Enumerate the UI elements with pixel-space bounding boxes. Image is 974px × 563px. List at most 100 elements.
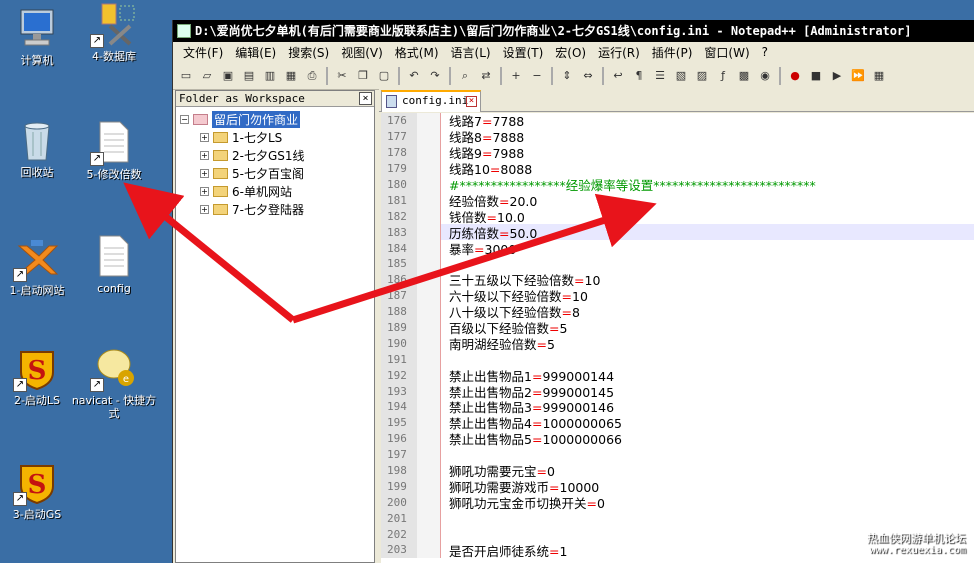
close-all-icon[interactable]: ▦ xyxy=(282,67,300,85)
redo-icon[interactable]: ↷ xyxy=(426,67,444,85)
tree-item[interactable]: + 2-七夕GS1线 xyxy=(180,146,374,164)
monitoring-icon[interactable]: ◉ xyxy=(756,67,774,85)
tree-root[interactable]: − 留后门勿作商业 xyxy=(180,110,374,128)
menu-window[interactable]: 窗口(W) xyxy=(698,44,755,61)
menu-search[interactable]: 搜索(S) xyxy=(282,44,335,61)
expand-icon[interactable]: + xyxy=(200,150,209,160)
word-wrap-icon[interactable]: ↩ xyxy=(609,67,627,85)
navicat-icon: e ↗ xyxy=(90,346,136,392)
editor-line[interactable]: 190 南明湖经验倍数=5 xyxy=(381,335,974,352)
desktop-icon-config[interactable]: config xyxy=(71,234,157,295)
line-number: 202 xyxy=(381,526,417,543)
undo-icon[interactable]: ↶ xyxy=(405,67,423,85)
editor-text-area[interactable]: 176 线路7=7788 177 线路8=7888 178 线路9=7988 179 线路10… xyxy=(381,113,974,563)
editor-line[interactable]: 200 狮吼功元宝金币切换开关=0 xyxy=(381,493,974,512)
desktop-icon-recycle-bin[interactable]: 回收站 xyxy=(0,118,80,179)
collapse-icon[interactable]: − xyxy=(180,114,189,124)
desktop-icon-computer[interactable]: 计算机 xyxy=(0,6,80,67)
new-file-icon[interactable]: ▭ xyxy=(177,67,195,85)
line-number: 197 xyxy=(381,446,417,463)
show-all-chars-icon[interactable]: ¶ xyxy=(630,67,648,85)
shortcut-arrow-icon: ↗ xyxy=(13,378,27,392)
fold-margin xyxy=(417,510,441,527)
line-number: 186 xyxy=(381,271,417,288)
tree-item[interactable]: + 1-七夕LS xyxy=(180,128,374,146)
tree-item[interactable]: + 7-七夕登陆器 xyxy=(180,200,374,218)
zoom-in-icon[interactable]: + xyxy=(507,67,525,85)
indent-guide-icon[interactable]: ☰ xyxy=(651,67,669,85)
expand-icon[interactable]: + xyxy=(200,204,209,214)
folder-workspace-icon[interactable]: ▩ xyxy=(735,67,753,85)
paste-icon[interactable]: ▢ xyxy=(375,67,393,85)
document-icon xyxy=(386,95,397,108)
save-all-icon[interactable]: ▤ xyxy=(240,67,258,85)
config-value: 5 xyxy=(547,336,555,352)
expand-icon[interactable]: + xyxy=(200,186,209,196)
menu-format[interactable]: 格式(M) xyxy=(389,44,445,61)
editor-line[interactable]: 201 xyxy=(381,510,974,527)
tree-item-label: 7-七夕登陆器 xyxy=(232,202,304,217)
folder-icon xyxy=(213,131,228,143)
macro-run-multiple-icon[interactable]: ⏩ xyxy=(849,67,867,85)
menu-run[interactable]: 运行(R) xyxy=(592,44,646,61)
macro-save-icon[interactable]: ▦ xyxy=(870,67,888,85)
panel-title: Folder as Workspace xyxy=(179,92,305,105)
svg-text:S: S xyxy=(28,470,47,500)
zoom-out-icon[interactable]: − xyxy=(528,67,546,85)
macro-play-icon[interactable]: ▶ xyxy=(828,67,846,85)
config-value: 3000 xyxy=(484,241,517,257)
tree-item[interactable]: + 6-单机网站 xyxy=(180,182,374,200)
expand-icon[interactable]: + xyxy=(200,132,209,142)
function-list-icon[interactable]: ƒ xyxy=(714,67,732,85)
find-icon[interactable]: ⌕ xyxy=(456,67,474,85)
window-title-bar[interactable]: D:\爱尚优七夕单机(有后门需要商业版联系店主)\留后门勿作商业\2-七夕GS1… xyxy=(173,20,974,42)
menu-edit[interactable]: 编辑(E) xyxy=(229,44,282,61)
print-icon[interactable]: ⎙ xyxy=(303,67,321,85)
menu-view[interactable]: 视图(V) xyxy=(335,44,389,61)
line-number: 195 xyxy=(381,414,417,431)
toolbar-separator xyxy=(500,66,502,85)
desktop-icon-start-website[interactable]: ↗ 1-启动网站 xyxy=(0,236,80,297)
line-number: 182 xyxy=(381,208,417,225)
menu-macro[interactable]: 宏(O) xyxy=(549,44,592,61)
fold-margin xyxy=(417,478,441,495)
sync-vertical-icon[interactable]: ⇕ xyxy=(558,67,576,85)
replace-icon[interactable]: ⇄ xyxy=(477,67,495,85)
tree-item-label: 5-七夕百宝阁 xyxy=(232,166,304,181)
desktop-icon-database[interactable]: ↗ 4-数据库 xyxy=(71,2,157,63)
editor-line[interactable]: 184 暴率=3000 xyxy=(381,240,974,257)
macro-record-icon[interactable]: ● xyxy=(786,67,804,85)
udl-icon[interactable]: ▧ xyxy=(672,67,690,85)
macro-stop-icon[interactable]: ■ xyxy=(807,67,825,85)
line-number: 192 xyxy=(381,367,417,384)
desktop-icon-start-ls[interactable]: S ↗ 2-启动LS xyxy=(0,346,80,407)
desktop-icon-modify-multiplier[interactable]: ↗ 5-修改倍数 xyxy=(71,120,157,181)
editor-line[interactable]: 196 禁止出售物品5=1000000066 xyxy=(381,430,974,447)
save-icon[interactable]: ▣ xyxy=(219,67,237,85)
panel-header: Folder as Workspace × xyxy=(176,91,374,107)
close-file-icon[interactable]: ▥ xyxy=(261,67,279,85)
tree-item[interactable]: + 5-七夕百宝阁 xyxy=(180,164,374,182)
sync-horizontal-icon[interactable]: ⇔ xyxy=(579,67,597,85)
cut-icon[interactable]: ✂ xyxy=(333,67,351,85)
doc-map-icon[interactable]: ▨ xyxy=(693,67,711,85)
open-file-icon[interactable]: ▱ xyxy=(198,67,216,85)
line-code: 狮吼功元宝金币切换开关=0 xyxy=(441,493,605,512)
recycle-bin-icon xyxy=(15,118,59,162)
menu-settings[interactable]: 设置(T) xyxy=(497,44,550,61)
tab-config-ini[interactable]: config.ini × xyxy=(381,90,481,112)
menu-plugins[interactable]: 插件(P) xyxy=(646,44,699,61)
line-number: 178 xyxy=(381,144,417,161)
copy-icon[interactable]: ❐ xyxy=(354,67,372,85)
menu-help[interactable]: ? xyxy=(756,45,774,59)
line-number: 180 xyxy=(381,176,417,193)
desktop-icon-start-gs[interactable]: S ↗ 3-启动GS xyxy=(0,460,80,521)
line-number: 189 xyxy=(381,319,417,336)
expand-icon[interactable]: + xyxy=(200,168,209,178)
close-tab-icon[interactable]: × xyxy=(466,96,477,107)
desktop-icon-navicat[interactable]: e ↗ navicat - 快捷方式 xyxy=(71,346,157,420)
menu-file[interactable]: 文件(F) xyxy=(177,44,229,61)
close-icon[interactable]: × xyxy=(359,92,372,105)
toolbar-separator xyxy=(602,66,604,85)
menu-language[interactable]: 语言(L) xyxy=(445,44,497,61)
